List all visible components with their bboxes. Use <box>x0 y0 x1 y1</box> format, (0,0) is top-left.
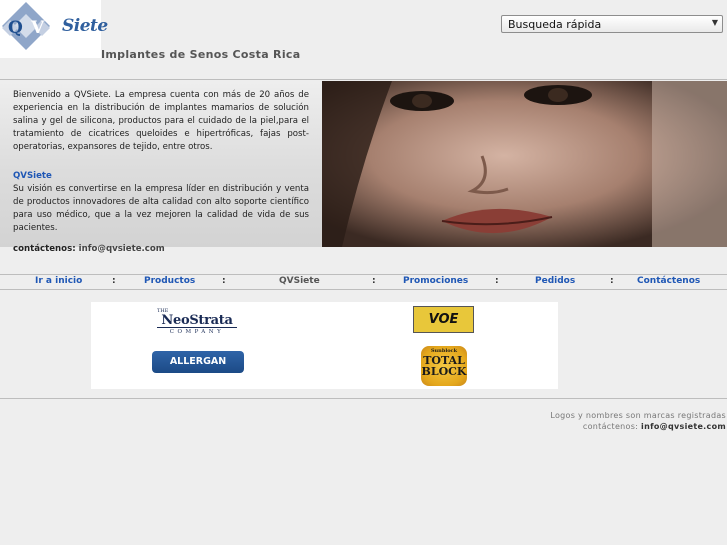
quick-search-select[interactable]: Busqueda rápida ▼ <box>501 15 723 33</box>
footer-email-link[interactable]: info@qvsiete.com <box>641 422 726 431</box>
nav-item-pedidos[interactable]: Pedidos <box>535 276 575 286</box>
nav-item-promociones[interactable]: Promociones <box>403 276 468 286</box>
neostrata-logo[interactable]: THE NeoStrata COMPANY <box>157 308 237 335</box>
voe-logo[interactable]: VOE <box>413 306 474 333</box>
nav-separator: : <box>112 276 116 286</box>
nav-item-productos[interactable]: Productos <box>144 276 195 286</box>
nav-separator: : <box>610 276 614 286</box>
vision-text: Su visión es convertirse en la empresa l… <box>13 184 309 233</box>
nav-item-inicio[interactable]: Ir a inicio <box>35 276 82 286</box>
svg-text:V: V <box>30 18 45 38</box>
nav-separator: : <box>372 276 376 286</box>
intro-heading: QVSiete <box>13 171 52 181</box>
allergan-logo[interactable]: ALLERGAN <box>152 351 244 373</box>
totalblock-line2: BLOCK <box>421 365 467 378</box>
logo[interactable]: Q V Siete <box>0 0 108 58</box>
footer-contact-label: contáctenos: <box>582 422 639 431</box>
nav-top-divider <box>0 274 727 275</box>
chevron-down-icon: ▼ <box>711 18 718 27</box>
svg-text:Q: Q <box>8 18 23 38</box>
nav-item-contactenos[interactable]: Contáctenos <box>637 276 700 286</box>
hero-photo <box>322 81 727 247</box>
footer-contact: contáctenos: info@qvsiete.com <box>550 421 726 432</box>
footer: Logos y nombres son marcas registradas c… <box>550 410 726 432</box>
contact-email-link[interactable]: info@qvsiete.com <box>79 244 165 254</box>
neostrata-company: COMPANY <box>169 329 225 335</box>
header-divider <box>0 79 727 80</box>
brand-logos-panel: THE NeoStrata COMPANY VOE ALLERGAN Sunbl… <box>91 302 558 389</box>
face-illustration <box>322 81 727 247</box>
trademark-note: Logos y nombres son marcas registradas <box>550 411 726 420</box>
logo-wordmark: Siete <box>62 16 108 36</box>
quick-search-value: Busqueda rápida <box>508 18 602 31</box>
nav-separator: : <box>222 276 226 286</box>
site-title: Implantes de Senos Costa Rica <box>101 48 301 61</box>
nav-item-qvsiete[interactable]: QVSiete <box>279 276 320 286</box>
intro-text: Bienvenido a QVSiete. La empresa cuenta … <box>13 90 309 152</box>
totalblock-logo[interactable]: Sunblock TOTAL BLOCK <box>421 346 467 386</box>
contact-label: contáctenos: <box>13 244 76 254</box>
intro-contact: contáctenos: info@qvsiete.com <box>13 243 309 256</box>
intro-panel: Bienvenido a QVSiete. La empresa cuenta … <box>0 81 322 254</box>
main-nav: Ir a inicio : Productos : QVSiete : Prom… <box>0 276 727 289</box>
nav-separator: : <box>495 276 499 286</box>
nav-bottom-divider <box>0 289 727 290</box>
footer-divider <box>0 398 727 399</box>
neostrata-name: NeoStrata <box>157 314 237 328</box>
logo-diamond-icon: Q V <box>2 2 50 50</box>
